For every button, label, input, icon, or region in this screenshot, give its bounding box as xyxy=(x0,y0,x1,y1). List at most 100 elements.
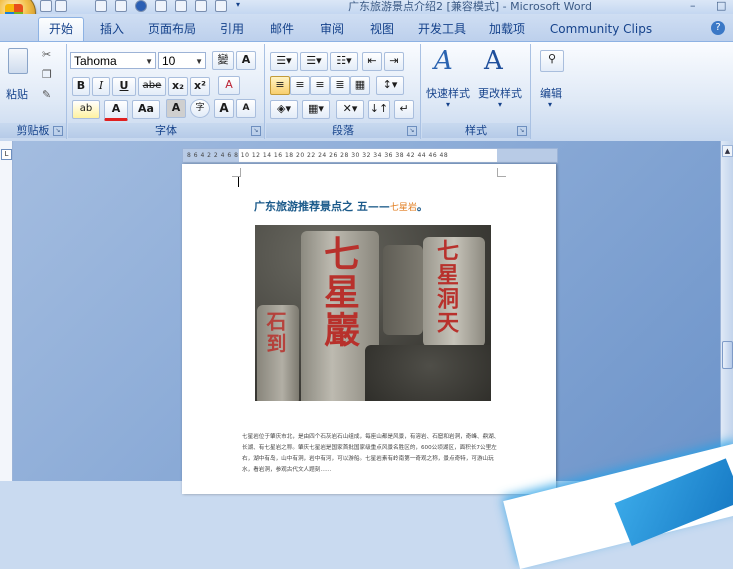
align-right-button[interactable]: ≡ xyxy=(310,76,330,95)
tab-review[interactable]: 审阅 xyxy=(312,19,352,39)
align-center-button[interactable]: ≡ xyxy=(290,76,310,95)
change-styles-icon[interactable]: A xyxy=(484,46,503,76)
horizontal-ruler[interactable]: 8 6 4 2 2 4 6 8 10 12 14 16 18 20 22 24 … xyxy=(182,148,558,163)
font-name-combo[interactable]: Tahoma ▼ xyxy=(70,52,156,69)
multilevel-list-button[interactable]: ☷▾ xyxy=(330,52,358,71)
clear-formatting-button[interactable]: A xyxy=(218,76,240,95)
quick-styles-dropdown-icon[interactable]: ▾ xyxy=(446,100,450,109)
grow-font-button[interactable]: A xyxy=(214,99,234,118)
change-case-button[interactable]: Aa xyxy=(132,100,160,119)
foreground-rock xyxy=(365,345,491,401)
align-left-button[interactable]: ≡ xyxy=(270,76,290,95)
scroll-up-icon[interactable]: ▲ xyxy=(722,145,733,157)
distributed-button[interactable]: ▦ xyxy=(350,76,370,95)
paste-label[interactable]: 粘贴 xyxy=(6,86,28,102)
tab-home[interactable]: 开始 xyxy=(38,17,84,42)
tab-view[interactable]: 视图 xyxy=(362,19,402,39)
italic-button[interactable]: I xyxy=(92,77,110,96)
cut-icon[interactable]: ✂ xyxy=(42,48,51,61)
save-icon[interactable] xyxy=(40,0,52,12)
vertical-scrollbar[interactable]: ▲ xyxy=(720,141,733,481)
justify-button[interactable]: ≣ xyxy=(330,76,350,95)
quick-styles-icon[interactable]: A xyxy=(434,46,453,76)
clipboard-launcher-icon[interactable]: ↘ xyxy=(53,126,63,136)
tab-selector-icon[interactable]: L xyxy=(1,149,12,160)
minimize-button[interactable]: – xyxy=(690,0,696,12)
editing-dropdown-icon[interactable]: ▾ xyxy=(548,100,552,109)
styles-launcher-icon[interactable]: ↘ xyxy=(517,126,527,136)
tab-insert[interactable]: 插入 xyxy=(92,19,132,39)
shrink-font-button[interactable]: A xyxy=(236,99,256,118)
spell-check-icon[interactable] xyxy=(135,0,147,12)
copy-icon[interactable]: ❐ xyxy=(42,68,52,81)
subscript-button[interactable]: x₂ xyxy=(168,77,188,96)
ruler-numbers: 8 6 4 2 2 4 6 8 10 12 14 16 18 20 22 24 … xyxy=(187,152,449,159)
new-document-icon[interactable] xyxy=(155,0,167,12)
right-inscription: 七星洞天 xyxy=(433,239,459,335)
document-body-text[interactable]: 七星岩位于肇庆市北，是由四个石灰岩石山组成，每座山都是风景，有溶岩、石窟和岩洞，… xyxy=(242,432,504,476)
tab-references[interactable]: 引用 xyxy=(212,19,252,39)
strikethrough-button[interactable]: abe xyxy=(138,77,166,96)
change-styles-button[interactable]: 更改样式 xyxy=(478,85,522,101)
font-launcher-icon[interactable]: ↘ xyxy=(251,126,261,136)
heading-highlight: 七星岩 xyxy=(389,203,417,213)
borders-button[interactable]: ▦▾ xyxy=(302,100,330,119)
seven-star-crags-photo[interactable]: 七星巖 七星洞天 石到 xyxy=(255,225,491,401)
enclose-characters-button[interactable]: 字 xyxy=(190,99,210,118)
redo-icon[interactable] xyxy=(95,0,107,12)
find-binoculars-icon[interactable]: ⚲ xyxy=(540,50,564,72)
editing-group: ⚲ 编辑 ▾ xyxy=(532,44,572,139)
font-name-dropdown-icon[interactable]: ▼ xyxy=(145,53,153,70)
window-title: 广东旅游景点介绍2 [兼容模式] - Microsoft Word xyxy=(348,0,592,13)
styles-group: A A 快速样式 更改样式 ▾ ▾ 样式 ↘ xyxy=(422,44,531,139)
underline-button[interactable]: U xyxy=(112,77,136,96)
tab-developer[interactable]: 开发工具 xyxy=(412,19,472,39)
editing-button[interactable]: 编辑 xyxy=(540,85,562,101)
show-formatting-marks-button[interactable]: ↵ xyxy=(394,100,414,119)
character-shading-button[interactable]: A xyxy=(166,99,186,118)
help-icon[interactable]: ? xyxy=(711,21,725,35)
document-page[interactable]: 广东旅游推荐景点之 五——七星岩。 七星巖 七星洞天 石到 七星岩位于肇庆市北，… xyxy=(182,164,556,494)
scrollbar-thumb[interactable] xyxy=(722,341,733,369)
font-size-dropdown-icon[interactable]: ▼ xyxy=(195,53,203,70)
center-inscription: 七星巖 xyxy=(318,235,360,349)
styles-group-label: 样式 xyxy=(422,123,530,138)
text-highlight-button[interactable]: ab xyxy=(72,100,100,119)
left-inscription: 石到 xyxy=(263,311,287,355)
font-name-value: Tahoma xyxy=(74,54,117,68)
undo-icon[interactable] xyxy=(55,0,67,12)
tab-page-layout[interactable]: 页面布局 xyxy=(142,19,202,39)
chinese-layout-button[interactable]: ✕▾ xyxy=(336,100,364,119)
tab-mailings[interactable]: 邮件 xyxy=(262,19,302,39)
tab-add-ins[interactable]: 加载项 xyxy=(482,19,532,39)
checkbox-icon-2[interactable] xyxy=(195,0,207,12)
change-styles-dropdown-icon[interactable]: ▾ xyxy=(498,100,502,109)
paragraph-launcher-icon[interactable]: ↘ xyxy=(407,126,417,136)
format-painter-icon[interactable]: ✎ xyxy=(42,88,51,101)
customize-qat-chevron-icon[interactable]: ▾ xyxy=(236,0,246,10)
checkbox-icon[interactable] xyxy=(175,0,187,12)
font-size-combo[interactable]: 10 ▼ xyxy=(158,52,206,69)
maximize-button[interactable]: □ xyxy=(716,0,726,12)
bullets-button[interactable]: ☰▾ xyxy=(270,52,298,71)
paragraph-group: ☰▾ ☰▾ ☷▾ ⇤ ⇥ ≡ ≡ ≡ ≣ ▦ ↕▾ ◈▾ ▦▾ ✕▾ ↓↑ ↵ … xyxy=(266,44,421,139)
page-corner-mark xyxy=(497,168,506,177)
quick-styles-button[interactable]: 快速样式 xyxy=(426,85,470,101)
font-group: Tahoma ▼ 10 ▼ 變 A B I U abe x₂ x² A ab A… xyxy=(68,44,265,139)
superscript-button[interactable]: x² xyxy=(190,77,210,96)
increase-indent-button[interactable]: ⇥ xyxy=(384,52,404,71)
quick-print-icon[interactable] xyxy=(115,0,127,12)
tab-community-clips[interactable]: Community Clips xyxy=(544,19,658,39)
decrease-indent-button[interactable]: ⇤ xyxy=(362,52,382,71)
line-spacing-button[interactable]: ↕▾ xyxy=(376,76,404,95)
checkbox-icon-3[interactable] xyxy=(215,0,227,12)
numbering-button[interactable]: ☰▾ xyxy=(300,52,328,71)
document-heading[interactable]: 广东旅游推荐景点之 五——七星岩。 xyxy=(254,198,428,214)
font-color-button[interactable]: A xyxy=(104,100,128,121)
shading-button[interactable]: ◈▾ xyxy=(270,100,298,119)
paste-icon[interactable] xyxy=(8,48,28,74)
bold-button[interactable]: B xyxy=(72,77,90,96)
sort-button[interactable]: ↓↑ xyxy=(368,100,390,119)
phonetic-guide-button[interactable]: 變 xyxy=(212,51,234,70)
character-border-button[interactable]: A xyxy=(236,51,256,70)
